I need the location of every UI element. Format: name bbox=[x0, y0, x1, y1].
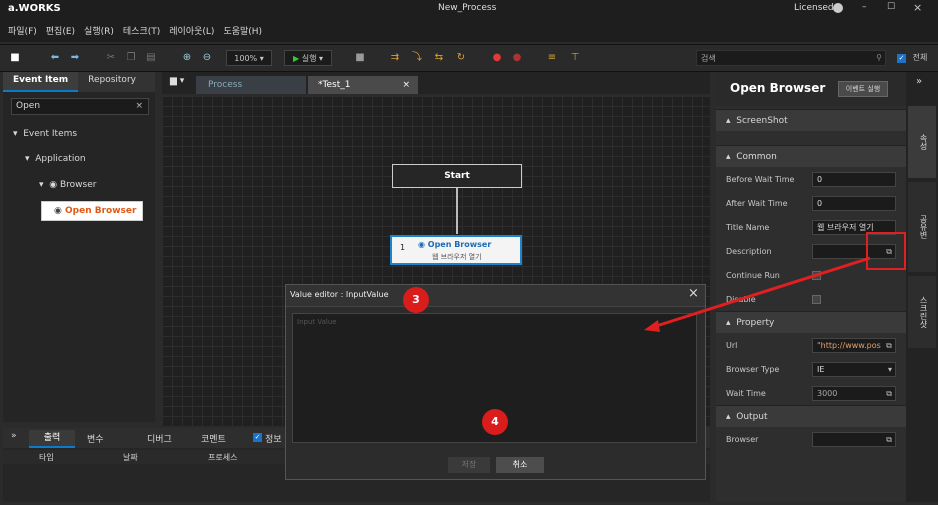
tab-comment[interactable]: 코멘트 bbox=[201, 432, 226, 445]
expand-icon[interactable]: » bbox=[916, 76, 922, 87]
new-doc-icon[interactable]: ▆ ▾ bbox=[170, 76, 184, 86]
tab-debug[interactable]: 디버그 bbox=[147, 432, 172, 445]
close-tab-icon[interactable]: × bbox=[402, 76, 410, 94]
zoom-in-icon[interactable]: ⊕ bbox=[180, 50, 194, 66]
tab-process[interactable]: Process bbox=[196, 76, 306, 94]
section-output[interactable]: ▴ Output bbox=[716, 405, 906, 427]
chevron-down-icon: ▾ bbox=[887, 364, 892, 374]
open-browser-icon: ◉ bbox=[54, 206, 62, 216]
close-icon[interactable]: × bbox=[913, 1, 922, 14]
save-icon[interactable]: ■ bbox=[8, 50, 22, 66]
annotation-arrow bbox=[644, 256, 871, 332]
section-common[interactable]: ▴ Common bbox=[716, 145, 906, 167]
zoom-out-icon[interactable]: ⊖ bbox=[200, 50, 214, 66]
forward-icon[interactable]: ➡ bbox=[68, 50, 82, 66]
step-over-icon[interactable]: ⇆ bbox=[432, 50, 446, 66]
step-into-icon[interactable]: ⤵ bbox=[410, 50, 424, 66]
tab-repository[interactable]: Repository bbox=[78, 72, 146, 92]
prop-after-wait: After Wait Time 0 bbox=[716, 191, 906, 215]
collapse-icon[interactable]: » bbox=[11, 431, 17, 441]
col-type: 타입 bbox=[39, 453, 54, 462]
side-tab-screenshot[interactable]: 스크린샷 bbox=[908, 276, 936, 348]
col-process: 프로세스 bbox=[208, 453, 238, 462]
start-node[interactable]: Start bbox=[392, 164, 522, 188]
stop-icon[interactable]: ■ bbox=[354, 50, 366, 66]
step-out-icon[interactable]: ↻ bbox=[454, 50, 468, 66]
left-panel: Event Item Repository Open × ▾ Event Ite… bbox=[3, 72, 155, 422]
left-search-input[interactable]: Open × bbox=[11, 98, 149, 115]
breakpoint-icon[interactable]: ● bbox=[490, 50, 504, 66]
tab-event-item[interactable]: Event Item bbox=[3, 72, 79, 92]
menu-edit[interactable]: 편집(E) bbox=[46, 24, 75, 37]
tree-root[interactable]: ▾ Event Items bbox=[13, 129, 77, 139]
align-icon[interactable]: ≡ bbox=[545, 50, 559, 66]
node-icon: ◉ Open Browser bbox=[418, 240, 492, 249]
app-logo: a.WORKS bbox=[8, 3, 61, 14]
side-tab-properties[interactable]: 속성 bbox=[908, 106, 936, 178]
zoom-select[interactable]: 100% ▾ bbox=[226, 50, 272, 66]
open-browser-node[interactable]: 1 ◉ Open Browser 웹 브라우저 열기 bbox=[390, 235, 522, 265]
search-input[interactable]: 검색 bbox=[696, 50, 886, 66]
before-wait-input[interactable]: 0 bbox=[812, 171, 896, 187]
output-edit-icon[interactable]: ⧉ bbox=[886, 433, 892, 446]
dialog-title: Value editor : InputValue bbox=[290, 290, 389, 299]
prop-browser-output: Browser ⧉ bbox=[716, 427, 906, 451]
col-date: 날짜 bbox=[123, 453, 138, 462]
clear-breakpoint-icon[interactable]: ● bbox=[510, 50, 524, 66]
run-button[interactable]: ▶ 실행 ▾ bbox=[284, 50, 332, 66]
tree-browser[interactable]: ▾ ◉ Browser bbox=[39, 180, 96, 190]
menu-help[interactable]: 도움말(H) bbox=[223, 24, 262, 37]
tree-group[interactable]: ▾ Application bbox=[25, 154, 86, 164]
info-checkbox[interactable]: ✓ bbox=[253, 433, 262, 442]
cut-icon[interactable]: ✂ bbox=[104, 50, 118, 66]
connector-line bbox=[456, 188, 458, 234]
menu-run[interactable]: 실행(R) bbox=[84, 24, 114, 37]
distribute-icon[interactable]: ⊤ bbox=[568, 50, 582, 66]
tab-output[interactable]: 출력 bbox=[29, 430, 75, 448]
cancel-button[interactable]: 취소 bbox=[496, 457, 544, 473]
wait-edit-icon[interactable]: ⧉ bbox=[886, 387, 892, 400]
menu-bar: 파일(F) 편집(E) 실행(R) 테스크(T) 레이아웃(L) 도움말(H) bbox=[0, 18, 938, 42]
doc-tab-bar: ▆ ▾ Process *Test_1 × bbox=[162, 72, 710, 94]
search-icon[interactable]: ⚲ bbox=[874, 50, 884, 66]
url-edit-icon[interactable]: ⧉ bbox=[883, 338, 895, 352]
copy-icon[interactable]: ❐ bbox=[124, 50, 138, 66]
clear-search-icon[interactable]: × bbox=[135, 99, 143, 114]
event-run-button[interactable]: 이벤트 실행 bbox=[838, 81, 888, 97]
after-wait-input[interactable]: 0 bbox=[812, 195, 896, 211]
minimize-icon[interactable]: – bbox=[862, 2, 867, 12]
tree-item-open-browser[interactable]: ◉ Open Browser bbox=[41, 201, 143, 221]
browser-icon: ◉ bbox=[49, 180, 58, 190]
paste-icon[interactable]: ▤ bbox=[144, 50, 158, 66]
browser-output-input[interactable]: ⧉ bbox=[812, 431, 896, 447]
wait-time-input[interactable]: 3000 ⧉ bbox=[812, 385, 896, 401]
maximize-icon[interactable]: ☐ bbox=[887, 2, 895, 12]
side-tab-bar: » 속성 공유변 스크린샷 bbox=[906, 72, 938, 502]
tab-test1[interactable]: *Test_1 × bbox=[308, 76, 418, 94]
step-badge-4: 4 bbox=[482, 409, 508, 435]
menu-layout[interactable]: 레이아웃(L) bbox=[169, 24, 214, 37]
title-bar: a.WORKS New_Process Licensed – ☐ × bbox=[0, 0, 938, 18]
step-badge-3: 3 bbox=[403, 287, 429, 313]
license-label: Licensed bbox=[794, 3, 834, 13]
toolbar: ■ ⬅ ➡ ✂ ❐ ▤ ⊕ ⊖ 100% ▾ ▶ 실행 ▾ ■ ⇉ ⤵ ⇆ ↻ … bbox=[0, 44, 938, 72]
all-checkbox[interactable]: ✓ bbox=[897, 54, 906, 63]
menu-file[interactable]: 파일(F) bbox=[8, 24, 37, 37]
save-button[interactable]: 저장 bbox=[448, 457, 490, 473]
back-icon[interactable]: ⬅ bbox=[48, 50, 62, 66]
info-label: 정보 bbox=[265, 435, 282, 445]
prop-wait-time: Wait Time 3000 ⧉ bbox=[716, 381, 906, 405]
menu-task[interactable]: 테스크(T) bbox=[123, 24, 160, 37]
prop-browser-type: Browser Type IE ▾ bbox=[716, 357, 906, 381]
user-icon[interactable] bbox=[833, 3, 843, 13]
prop-before-wait: Before Wait Time 0 bbox=[716, 167, 906, 191]
all-label: 전체 bbox=[912, 53, 928, 62]
side-tab-shared-vars[interactable]: 공유변 bbox=[908, 182, 936, 272]
step-icon[interactable]: ⇉ bbox=[388, 50, 402, 66]
properties-title: Open Browser bbox=[730, 81, 826, 95]
window-title: New_Process bbox=[438, 3, 497, 13]
tab-variables[interactable]: 변수 bbox=[87, 432, 104, 445]
section-screenshot[interactable]: ▴ ScreenShot bbox=[716, 109, 906, 131]
browser-type-select[interactable]: IE ▾ bbox=[812, 361, 896, 377]
